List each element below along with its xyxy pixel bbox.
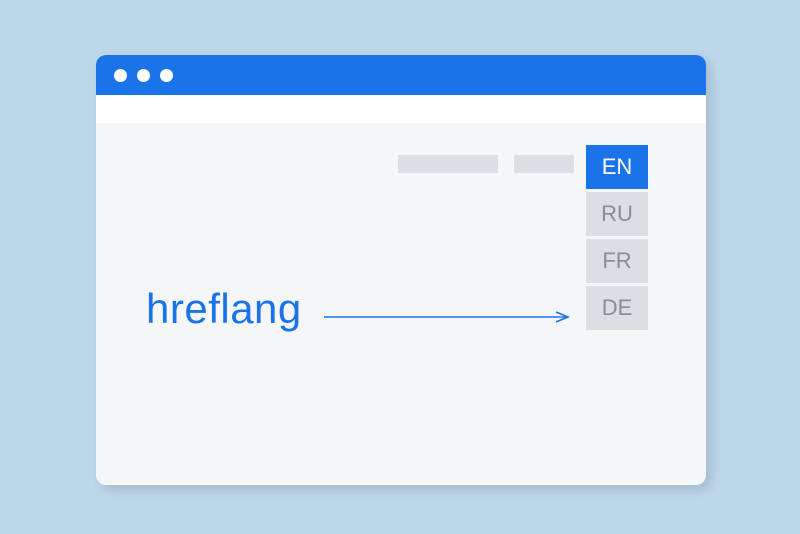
language-menu: EN RU FR DE	[586, 145, 648, 330]
window-control-dot	[137, 69, 150, 82]
language-option-fr[interactable]: FR	[586, 239, 648, 283]
arrow-icon	[324, 311, 574, 323]
page-content: EN RU FR DE hreflang	[96, 123, 706, 485]
language-option-de[interactable]: DE	[586, 286, 648, 330]
window-control-dot	[114, 69, 127, 82]
nav-placeholder	[398, 155, 498, 173]
tab-bar	[96, 95, 706, 123]
language-option-ru[interactable]: RU	[586, 192, 648, 236]
browser-window: EN RU FR DE hreflang	[96, 55, 706, 485]
hreflang-label: hreflang	[146, 285, 302, 333]
language-option-en[interactable]: EN	[586, 145, 648, 189]
nav-placeholder	[514, 155, 574, 173]
window-control-dot	[160, 69, 173, 82]
titlebar	[96, 55, 706, 95]
